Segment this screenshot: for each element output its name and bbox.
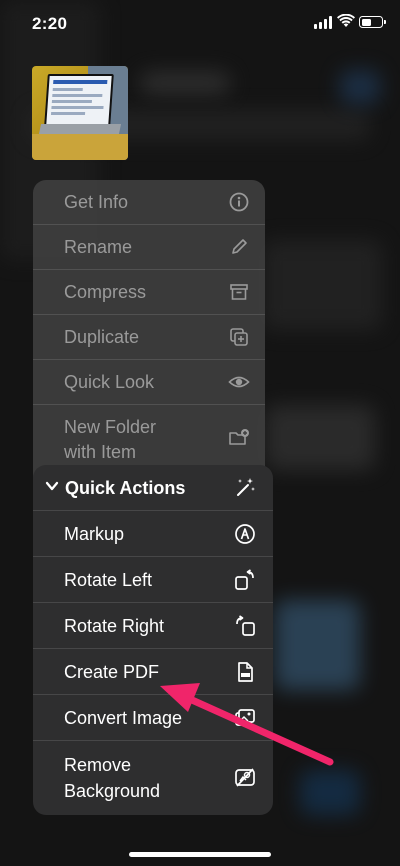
pencil-icon xyxy=(232,239,247,254)
menu-item-get-info[interactable]: Get Info xyxy=(33,180,265,225)
menu-item-rotate-left[interactable]: Rotate Left xyxy=(33,557,273,603)
menu-item-convert-image[interactable]: Convert Image xyxy=(33,695,273,741)
pdf-icon xyxy=(238,662,253,682)
duplicate-icon xyxy=(230,328,248,346)
menu-item-label: Create PDF xyxy=(64,662,160,682)
menu-item-label: Rotate Right xyxy=(64,616,165,636)
menu-item-label-line1: New Folder xyxy=(64,417,157,437)
menu-item-label: Duplicate xyxy=(64,327,140,347)
markup-icon xyxy=(235,524,255,544)
quick-actions-header[interactable]: Quick Actions xyxy=(33,465,273,511)
menu-item-remove-background[interactable]: Remove Background xyxy=(33,741,273,815)
home-indicator[interactable] xyxy=(129,852,271,857)
menu-item-label-line2: with Item xyxy=(64,442,137,462)
wifi-icon xyxy=(337,14,355,27)
menu-item-label-line1: Remove xyxy=(64,755,132,775)
context-menu: Get Info Rename Compress Duplicate Quick… xyxy=(33,180,265,490)
status-bar: 2:20 xyxy=(0,0,400,48)
cellular-signal-icon xyxy=(314,15,334,29)
status-time: 2:20 xyxy=(32,14,68,33)
rotate-right-icon xyxy=(236,615,255,636)
quick-actions-header-label: Quick Actions xyxy=(65,478,186,498)
eye-icon xyxy=(228,376,250,388)
menu-item-compress[interactable]: Compress xyxy=(33,270,265,315)
menu-item-rotate-right[interactable]: Rotate Right xyxy=(33,603,273,649)
archive-box-icon xyxy=(230,284,248,300)
menu-item-create-pdf[interactable]: Create PDF xyxy=(33,649,273,695)
menu-item-label: Convert Image xyxy=(64,708,183,728)
battery-icon xyxy=(359,16,386,28)
menu-item-label: Rotate Left xyxy=(64,570,153,590)
menu-item-label: Get Info xyxy=(64,192,129,212)
chevron-down-icon xyxy=(45,481,59,491)
menu-item-label: Rename xyxy=(64,237,133,257)
remove-background-icon xyxy=(235,768,255,787)
folder-plus-icon xyxy=(229,429,249,445)
menu-item-label: Compress xyxy=(64,282,147,302)
menu-item-label: Markup xyxy=(64,524,125,544)
rotate-left-icon xyxy=(235,569,254,590)
menu-item-label: Quick Look xyxy=(64,372,155,392)
magic-wand-icon xyxy=(237,478,255,496)
file-thumbnail xyxy=(32,66,128,160)
menu-item-label-line2: Background xyxy=(64,781,161,801)
menu-item-duplicate[interactable]: Duplicate xyxy=(33,315,265,360)
menu-item-rename[interactable]: Rename xyxy=(33,225,265,270)
quick-actions-menu: Quick Actions Markup Rotate Left Rotate … xyxy=(33,465,273,815)
info-icon xyxy=(229,192,249,212)
menu-item-markup[interactable]: Markup xyxy=(33,511,273,557)
convert-image-icon xyxy=(235,709,255,726)
menu-item-quick-look[interactable]: Quick Look xyxy=(33,360,265,405)
